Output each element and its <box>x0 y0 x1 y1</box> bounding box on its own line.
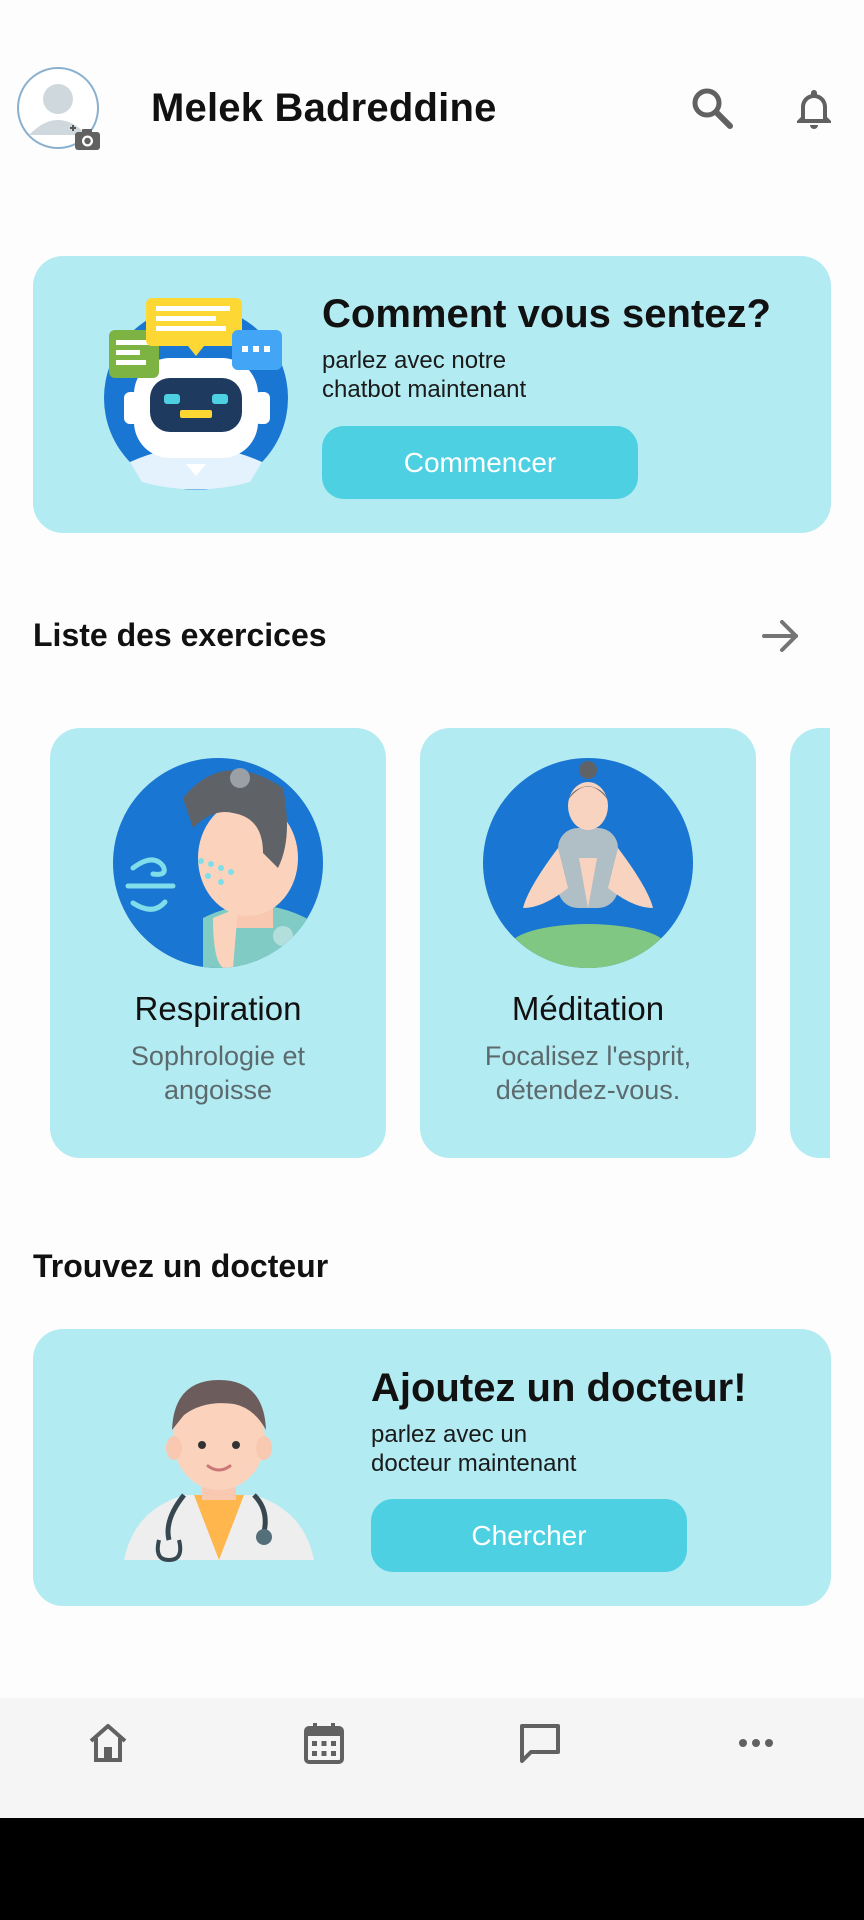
search-icon[interactable] <box>688 84 736 132</box>
start-chatbot-button[interactable]: Commencer <box>322 426 638 499</box>
breathing-illustration <box>113 758 323 968</box>
doctor-card-subtitle-line1: parlez avec un <box>371 1421 528 1448</box>
robot-illustration <box>100 292 300 492</box>
doctor-card-title: Ajoutez un docteur! <box>371 1366 747 1410</box>
chatbot-card-title: Comment vous sentez? <box>322 292 771 336</box>
exercise-card-partial[interactable] <box>790 728 830 1158</box>
chatbot-card-subtitle-line1: parlez avec notre <box>322 347 507 374</box>
camera-icon[interactable] <box>68 124 102 152</box>
exercise-title-respiration: Respiration <box>134 990 302 1027</box>
calendar-icon[interactable] <box>294 1713 354 1773</box>
more-icon[interactable] <box>726 1713 786 1773</box>
meditation-illustration <box>483 758 693 968</box>
system-navigation-bar <box>0 1818 864 1920</box>
bell-icon[interactable] <box>790 84 838 132</box>
chat-icon[interactable] <box>510 1713 570 1773</box>
doctor-illustration <box>124 1370 314 1565</box>
exercises-section-title: Liste des exercices <box>33 617 327 653</box>
exercise-subtitle-respiration-line1: Sophrologie et <box>130 1041 306 1071</box>
exercise-title-meditation: Méditation <box>511 990 665 1027</box>
exercise-subtitle-meditation-line1: Focalisez l'esprit, <box>484 1041 692 1071</box>
doctor-section-title: Trouvez un docteur <box>33 1248 329 1284</box>
search-doctor-button[interactable]: Chercher <box>371 1499 687 1572</box>
exercise-subtitle-meditation-line2: détendez-vous. <box>495 1075 681 1105</box>
home-icon[interactable] <box>78 1713 138 1773</box>
arrow-right-icon[interactable] <box>758 614 802 658</box>
doctor-card-subtitle-line2: docteur maintenant <box>371 1450 577 1477</box>
exercise-subtitle-respiration-line2: angoisse <box>163 1075 273 1105</box>
user-name: Melek Badreddine <box>151 86 497 130</box>
chatbot-card-subtitle-line2: chatbot maintenant <box>322 376 527 403</box>
